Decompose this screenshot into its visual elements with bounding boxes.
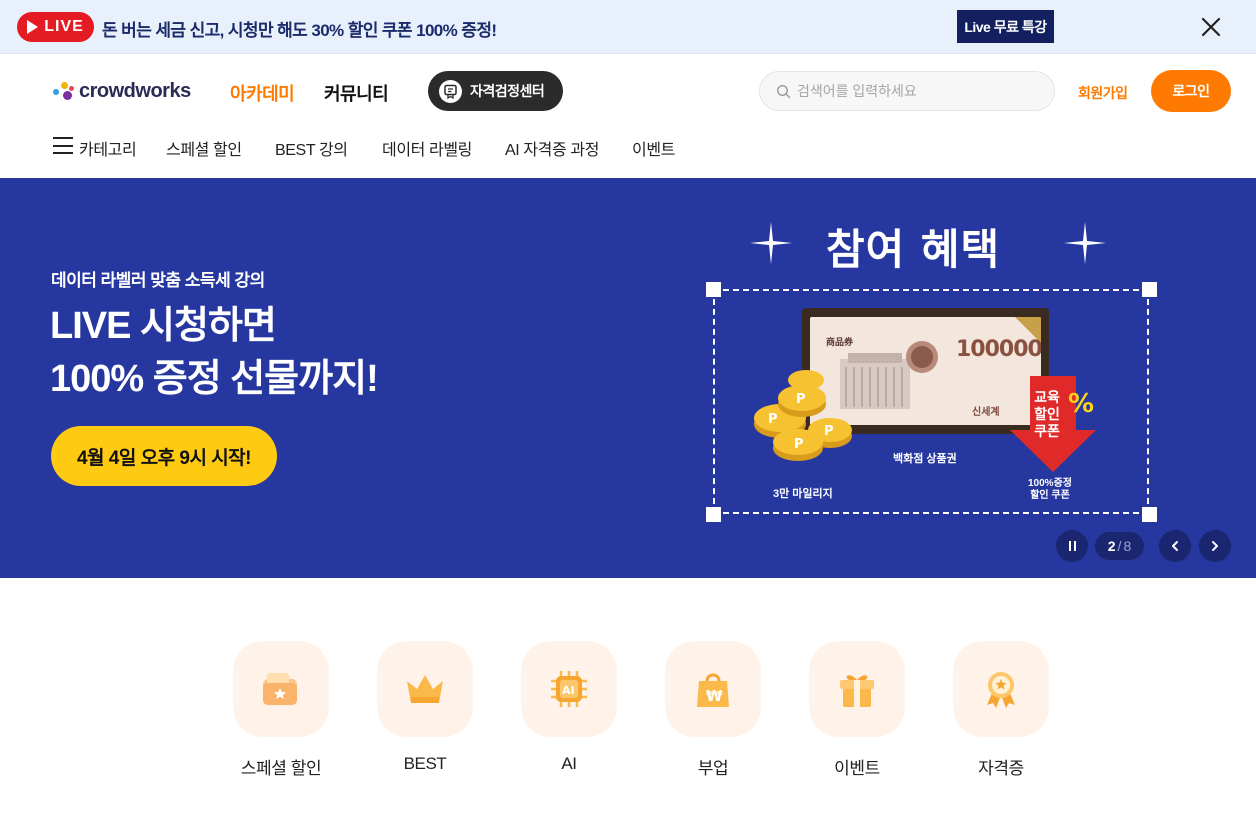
coins-icon: P P P P bbox=[754, 370, 852, 461]
coupon-badge-line: 교육 bbox=[1034, 389, 1060, 405]
promo-text[interactable]: 돈 버는 세금 신고, 시청만 해도 30% 할인 쿠폰 100% 증정! bbox=[102, 16, 497, 41]
coupon-caption-line: 100%증정 bbox=[1028, 478, 1072, 489]
hero-title-line2: 100% 증정 선물까지! bbox=[50, 358, 379, 400]
hero-title-line1: LIVE 시청하면 bbox=[50, 305, 277, 347]
ai-chip-icon: AI bbox=[521, 641, 617, 737]
carousel-current: 2 bbox=[1107, 538, 1116, 554]
category-ai[interactable]: AI AI bbox=[521, 641, 617, 774]
category-label: 부업 bbox=[697, 759, 729, 778]
coupon-badge-line: 쿠폰 bbox=[1034, 423, 1060, 439]
crown-icon bbox=[377, 641, 473, 737]
sparkle-icon bbox=[1064, 222, 1106, 264]
carousel-counter: 2 / 8 bbox=[1095, 532, 1144, 560]
hero-title: LIVE 시청하면 100% 증정 선물까지! bbox=[50, 300, 379, 406]
frame-corner bbox=[1142, 282, 1157, 297]
logo-mark-icon bbox=[53, 80, 75, 102]
category-label: AI bbox=[561, 754, 577, 773]
frame-corner bbox=[706, 507, 721, 522]
frame-corner bbox=[706, 282, 721, 297]
shopping-bag-won-icon: ₩ bbox=[665, 641, 761, 737]
svg-text:₩: ₩ bbox=[706, 687, 723, 705]
svg-text:P: P bbox=[824, 424, 834, 439]
chevron-left-icon bbox=[1172, 541, 1178, 551]
search-icon bbox=[776, 84, 791, 98]
logo[interactable]: crowdworks bbox=[53, 78, 191, 104]
frame-corner bbox=[1142, 507, 1157, 522]
category-event[interactable]: 이벤트 bbox=[809, 641, 905, 779]
carousel-pause-button[interactable] bbox=[1056, 530, 1088, 562]
promo-bar[interactable]: LIVE 돈 버는 세금 신고, 시청만 해도 30% 할인 쿠폰 100% 증… bbox=[0, 0, 1256, 54]
subnav-special-discount[interactable]: 스페셜 할인 bbox=[166, 136, 242, 160]
nav-community[interactable]: 커뮤니티 bbox=[324, 80, 389, 106]
signup-link[interactable]: 회원가입 bbox=[1078, 83, 1128, 103]
award-medal-icon bbox=[953, 641, 1049, 737]
cert-center-button[interactable]: 자격검정센터 bbox=[428, 71, 563, 111]
cert-center-label: 자격검정센터 bbox=[470, 83, 545, 99]
search-input[interactable] bbox=[797, 83, 1037, 99]
menu-icon[interactable] bbox=[53, 137, 73, 154]
wallet-star-icon bbox=[233, 641, 329, 737]
subnav-events[interactable]: 이벤트 bbox=[632, 136, 675, 160]
voucher-brand: 신세계 bbox=[972, 407, 1000, 418]
play-icon bbox=[27, 20, 39, 34]
category-label: 자격증 bbox=[978, 759, 1024, 778]
svg-text:AI: AI bbox=[562, 684, 575, 697]
login-button[interactable]: 로그인 bbox=[1151, 70, 1231, 112]
chevron-right-icon bbox=[1212, 541, 1218, 551]
carousel-next-button[interactable] bbox=[1199, 530, 1231, 562]
carousel-separator: / bbox=[1117, 538, 1122, 554]
close-icon[interactable] bbox=[1198, 14, 1224, 40]
mileage-caption: 3만 마일리지 bbox=[773, 488, 833, 500]
gift-icon bbox=[809, 641, 905, 737]
voucher-label: 商品券 bbox=[826, 337, 854, 347]
category-best[interactable]: BEST bbox=[377, 641, 473, 774]
sparkle-icon bbox=[750, 222, 792, 264]
carousel-total: 8 bbox=[1123, 538, 1132, 554]
live-badge: LIVE bbox=[17, 12, 94, 42]
coupon-caption: 100%증정 할인 쿠폰 bbox=[1020, 478, 1080, 502]
category-certificate[interactable]: 자격증 bbox=[953, 641, 1049, 779]
svg-text:P: P bbox=[768, 412, 778, 427]
category-label: BEST bbox=[403, 754, 447, 773]
svg-text:P: P bbox=[794, 437, 804, 452]
live-free-lecture-button[interactable]: Live 무료 특강 bbox=[957, 10, 1054, 43]
hero-subtitle: 데이터 라벨러 맞춤 소득세 강의 bbox=[51, 271, 265, 290]
carousel-prev-button[interactable] bbox=[1159, 530, 1191, 562]
coupon-badge-line: 할인 bbox=[1034, 406, 1060, 422]
sub-nav: 카테고리 스페셜 할인 BEST 강의 데이터 라벨링 AI 자격증 과정 이벤… bbox=[0, 136, 1256, 159]
certificate-icon bbox=[439, 79, 462, 103]
category-special-discount[interactable]: 스페셜 할인 bbox=[233, 641, 329, 779]
category-label: 스페셜 할인 bbox=[240, 759, 322, 778]
search-bar[interactable] bbox=[759, 71, 1055, 111]
category-label: 이벤트 bbox=[834, 759, 880, 778]
logo-text: crowdworks bbox=[79, 79, 191, 102]
hero-banner[interactable]: 데이터 라벨러 맞춤 소득세 강의 LIVE 시청하면 100% 증정 선물까지… bbox=[0, 178, 1256, 578]
voucher-amount: 100000 bbox=[956, 337, 1041, 362]
svg-text:%: % bbox=[1068, 389, 1094, 419]
subnav-best-courses[interactable]: BEST 강의 bbox=[275, 136, 348, 160]
subnav-category[interactable]: 카테고리 bbox=[79, 136, 137, 160]
benefit-title: 참여 혜택 bbox=[826, 225, 1001, 274]
subnav-ai-cert[interactable]: AI 자격증 과정 bbox=[505, 136, 599, 160]
category-side-job[interactable]: ₩ 부업 bbox=[665, 641, 761, 779]
category-shortcuts: 스페셜 할인 BEST AI AI ₩ 부업 이벤트 자격증 bbox=[0, 641, 1256, 781]
live-label: LIVE bbox=[44, 18, 84, 35]
subnav-data-labeling[interactable]: 데이터 라벨링 bbox=[382, 136, 472, 160]
nav-academy[interactable]: 아카데미 bbox=[230, 80, 295, 106]
svg-text:P: P bbox=[796, 392, 806, 407]
coupon-caption-line: 할인 쿠폰 bbox=[1030, 490, 1070, 501]
coupon-badge-text: 교육 할인 쿠폰 bbox=[1026, 389, 1068, 440]
voucher-caption: 백화점 상품권 bbox=[893, 453, 957, 465]
hero-cta-button[interactable]: 4월 4일 오후 9시 시작! bbox=[51, 426, 277, 486]
